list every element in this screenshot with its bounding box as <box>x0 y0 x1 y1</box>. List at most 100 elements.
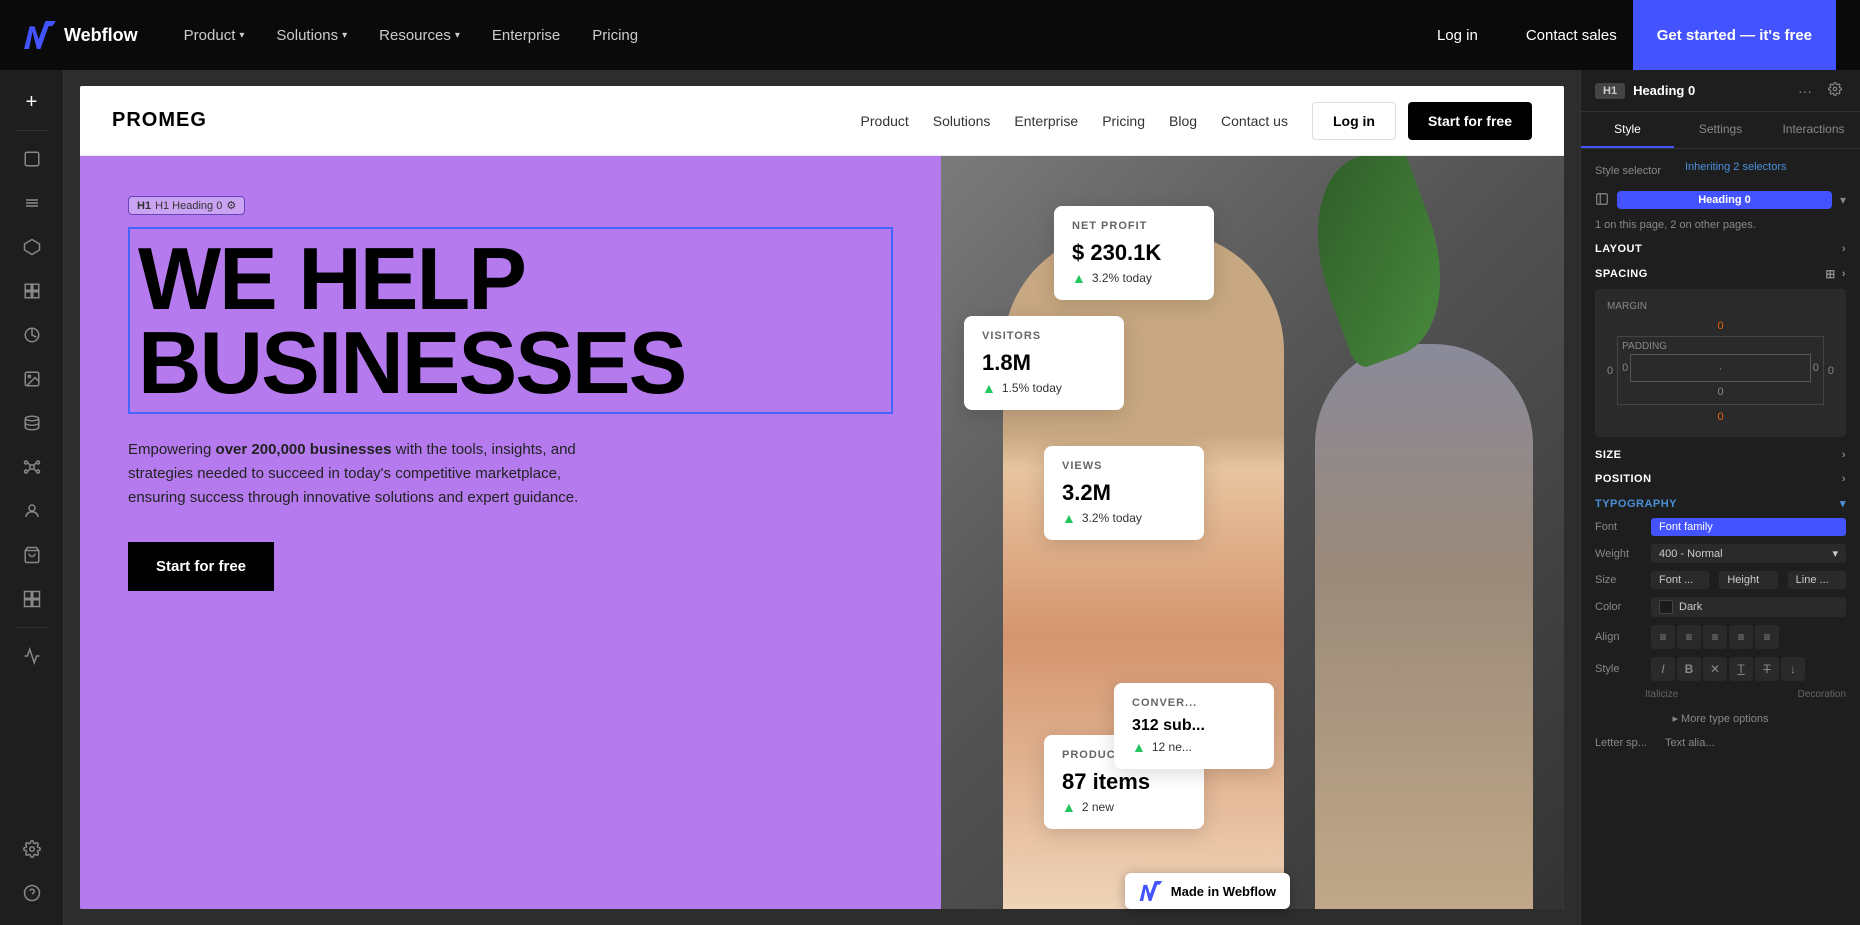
font-value-box[interactable]: Font family <box>1651 518 1846 536</box>
ecommerce-button[interactable] <box>12 535 52 575</box>
preview-nav: PROMEG Product Solutions Enterprise Pric… <box>80 86 1564 156</box>
panel-tabs: Style Settings Interactions <box>1581 112 1860 149</box>
up-arrow-icon: ▲ <box>1132 739 1146 755</box>
layers-button[interactable] <box>12 183 52 223</box>
integrations-button[interactable] <box>12 447 52 487</box>
selector-dropdown[interactable]: Heading 0 ▾ <box>1595 191 1846 209</box>
panel-more-icon[interactable]: ··· <box>1794 81 1816 101</box>
heading-label[interactable]: H1 H1 Heading 0 ⚙ <box>128 196 245 215</box>
help-button[interactable] <box>12 873 52 913</box>
selector-layout-icon <box>1595 192 1609 209</box>
add-button[interactable]: + <box>12 82 52 122</box>
tab-interactions[interactable]: Interactions <box>1767 112 1860 148</box>
users-button[interactable] <box>12 491 52 531</box>
letter-spacing-value: Text alia... <box>1665 737 1715 749</box>
apps-button[interactable] <box>12 579 52 619</box>
stat-visitors-label: VISITORS <box>982 330 1106 342</box>
color-swatch[interactable]: Dark <box>1651 597 1846 617</box>
font-size-btn[interactable]: Font ... <box>1651 571 1709 589</box>
padding-bottom-value[interactable]: 0 <box>1717 386 1723 398</box>
stat-products-change: ▲ 2 new <box>1062 799 1186 815</box>
align-more-btn[interactable]: ≡ <box>1755 625 1779 649</box>
decoration-label: Decoration <box>1798 689 1846 700</box>
padding-top-value[interactable]: 0 <box>1622 362 1628 374</box>
images-button[interactable] <box>12 359 52 399</box>
chevron-down-icon: ▾ <box>342 30 347 41</box>
section-size[interactable]: Size › <box>1595 449 1846 461</box>
nav-link-pricing[interactable]: Pricing <box>578 19 652 52</box>
bold-btn[interactable]: B <box>1677 657 1701 681</box>
up-arrow-icon: ▲ <box>1072 270 1086 286</box>
preview-logo: PROMEG <box>112 109 207 132</box>
section-layout[interactable]: Layout › <box>1595 243 1846 255</box>
align-justify-btn[interactable]: ≡ <box>1729 625 1753 649</box>
align-right-btn[interactable]: ≡ <box>1703 625 1727 649</box>
get-started-button[interactable]: Get started — it's free <box>1633 0 1836 70</box>
pages-button[interactable] <box>12 139 52 179</box>
style-row: Style I B ✕ T T ↓ <box>1595 657 1846 681</box>
nav-link-product[interactable]: Product ▾ <box>170 19 259 52</box>
cms-button[interactable] <box>12 403 52 443</box>
margin-bottom-value[interactable]: 0 <box>1717 411 1723 423</box>
nav-logo[interactable]: Webflow <box>24 21 138 49</box>
nav-link-solutions[interactable]: Solutions ▾ <box>262 19 361 52</box>
letter-spacing-row: Letter sp... Text alia... <box>1595 737 1846 749</box>
panel-settings-icon[interactable] <box>1824 80 1846 101</box>
preview-nav-solutions[interactable]: Solutions <box>933 113 991 129</box>
colors-button[interactable] <box>12 315 52 355</box>
tab-settings[interactable]: Settings <box>1674 112 1767 148</box>
preview-cta-btn[interactable]: Start for free <box>1408 102 1532 140</box>
hero-subtext: Empowering over 200,000 businesses with … <box>128 438 608 510</box>
underline-btn[interactable]: T <box>1729 657 1753 681</box>
subscript-btn[interactable]: ↓ <box>1781 657 1805 681</box>
preview-nav-enterprise[interactable]: Enterprise <box>1014 113 1078 129</box>
color-dot <box>1659 600 1673 614</box>
strikethrough-btn[interactable]: ✕ <box>1703 657 1727 681</box>
letter-spacing-label: Letter sp... <box>1595 737 1665 749</box>
margin-top-value[interactable]: 0 <box>1717 320 1723 332</box>
settings-button[interactable] <box>12 829 52 869</box>
canvas-area: PROMEG Product Solutions Enterprise Pric… <box>64 70 1580 925</box>
height-btn[interactable]: Height <box>1719 571 1777 589</box>
preview-nav-blog[interactable]: Blog <box>1169 113 1197 129</box>
webflow-badge[interactable]: Made in Webflow <box>1125 873 1290 909</box>
preview-login-btn[interactable]: Log in <box>1312 102 1396 140</box>
stat-net-profit: NET PROFIT $ 230.1K ▲ 3.2% today <box>1054 206 1214 300</box>
preview-nav-product[interactable]: Product <box>861 113 909 129</box>
line-btn[interactable]: Line ... <box>1788 571 1846 589</box>
spacing-icon: ⊞ <box>1825 267 1836 281</box>
section-typography[interactable]: Typography ▾ <box>1595 497 1846 510</box>
hero-heading[interactable]: WE HELP BUSINESSES <box>128 227 893 414</box>
assets-button[interactable] <box>12 271 52 311</box>
preview-nav-pricing[interactable]: Pricing <box>1102 113 1145 129</box>
padding-right-value[interactable]: 0 <box>1813 362 1819 374</box>
login-button[interactable]: Log in <box>1421 19 1494 52</box>
contact-sales-button[interactable]: Contact sales <box>1510 19 1633 52</box>
strikeout-btn[interactable]: T <box>1755 657 1779 681</box>
chevron-down-icon: ▾ <box>455 30 460 41</box>
section-position[interactable]: Position › <box>1595 473 1846 485</box>
nav-link-resources[interactable]: Resources ▾ <box>365 19 474 52</box>
weight-select[interactable]: 400 - Normal ▾ <box>1651 544 1846 563</box>
stat-visitors-change: ▲ 1.5% today <box>982 380 1106 396</box>
components-button[interactable] <box>12 227 52 267</box>
margin-right-value[interactable]: 0 <box>1828 365 1834 377</box>
size-row: Size Font ... Height Line ... <box>1595 571 1846 589</box>
nav-link-enterprise[interactable]: Enterprise <box>478 19 574 52</box>
align-center-btn[interactable]: ≡ <box>1677 625 1701 649</box>
hero-cta-btn[interactable]: Start for free <box>128 542 274 591</box>
italic-btn[interactable]: I <box>1651 657 1675 681</box>
margin-left-value[interactable]: 0 <box>1607 365 1613 377</box>
align-left-btn[interactable]: ≡ <box>1651 625 1675 649</box>
panel-header: H1 Heading 0 ··· <box>1581 70 1860 112</box>
chevron-right-icon: › <box>1842 243 1846 255</box>
chevron-right-icon: › <box>1842 268 1846 280</box>
analytics-button[interactable] <box>12 636 52 676</box>
section-spacing[interactable]: Spacing ⊞ › <box>1595 267 1846 281</box>
color-label: Color <box>1595 601 1645 613</box>
preview-nav-contact[interactable]: Contact us <box>1221 113 1288 129</box>
tab-style[interactable]: Style <box>1581 112 1674 148</box>
more-type-options[interactable]: ▸ More type options <box>1595 708 1846 729</box>
left-sidebar: + <box>0 70 64 925</box>
hero-left: H1 H1 Heading 0 ⚙ WE HELP BUSINESSES Emp… <box>80 156 941 909</box>
